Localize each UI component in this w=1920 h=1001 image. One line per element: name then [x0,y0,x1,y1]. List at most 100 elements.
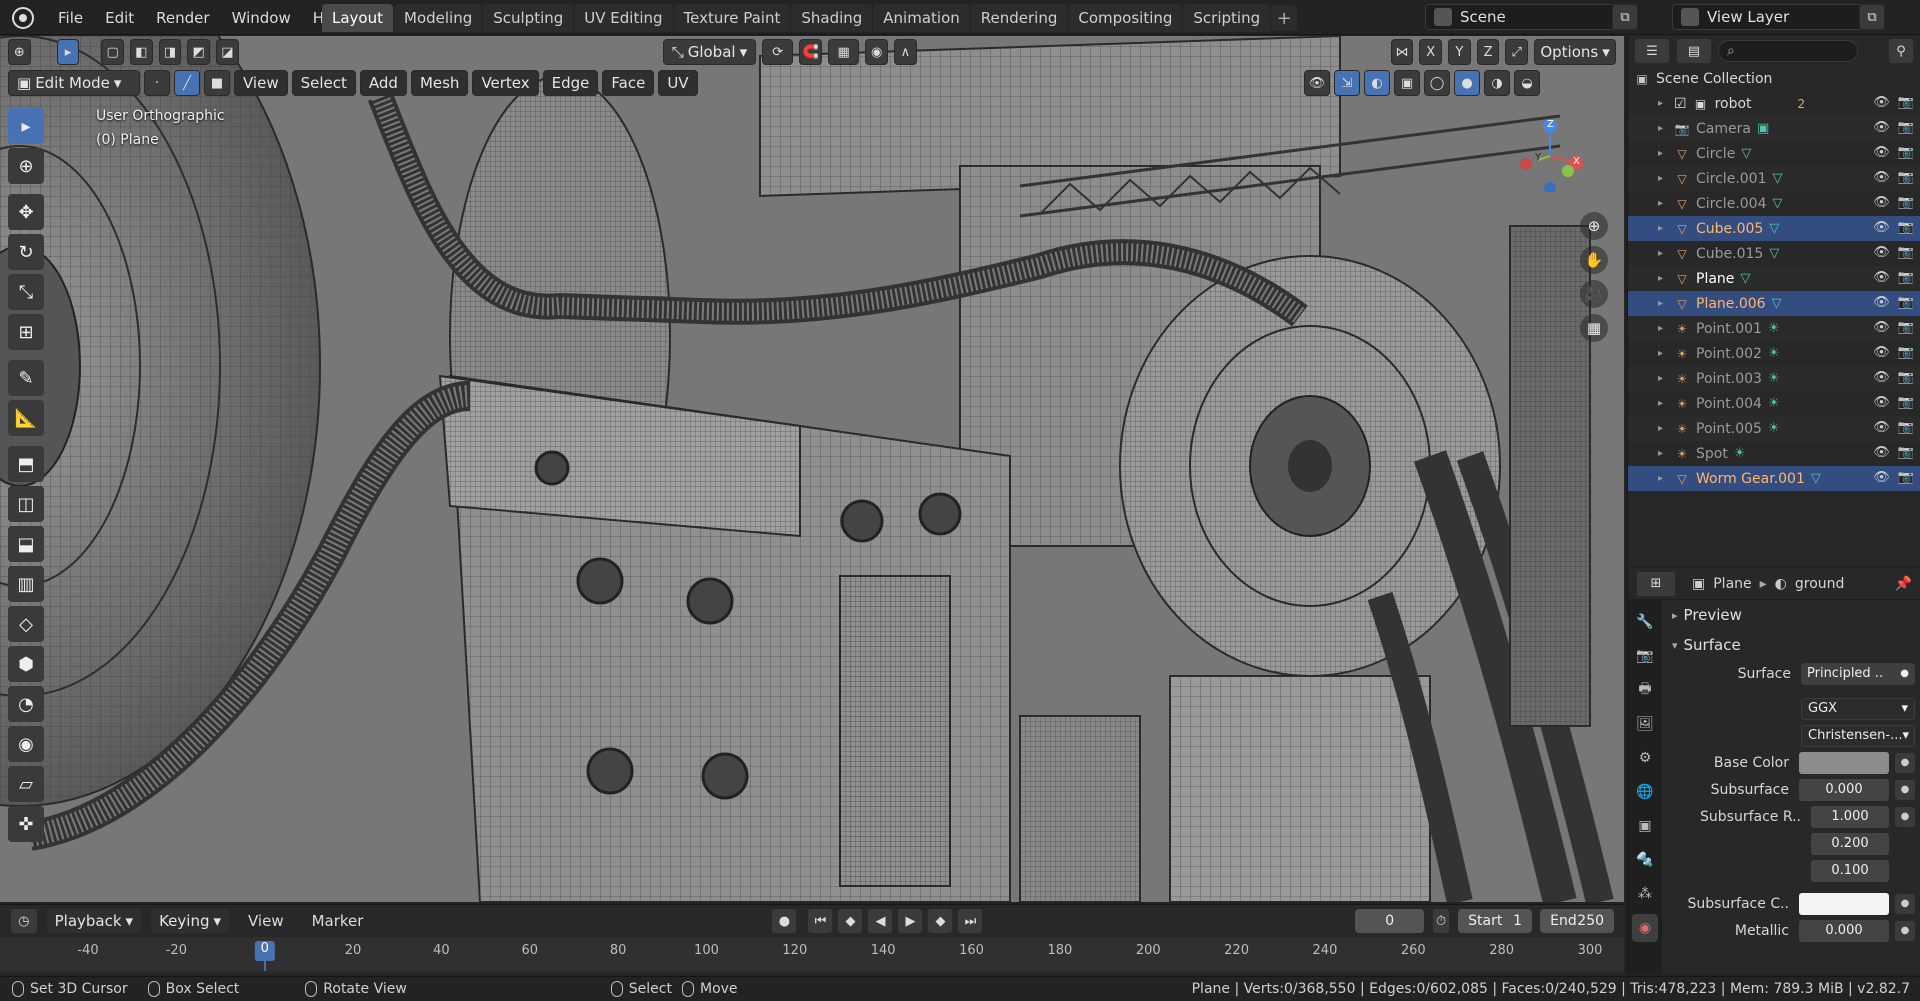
particles-tab-icon[interactable]: ⁂ [1632,880,1658,908]
mirror-options-icon[interactable]: ⋈ [1390,39,1414,65]
timeline-menu-marker[interactable]: Marker [302,908,374,934]
view-layer-tab-icon[interactable]: 🖼 [1632,710,1658,738]
timeline-editor-type-icon[interactable]: ◷ [10,908,38,934]
surface-panel-header[interactable]: ▾ Surface [1664,630,1920,660]
render-camera-icon[interactable]: 📷 [1898,145,1914,160]
expand-arrow-icon[interactable]: ▸ [1658,448,1668,459]
cursor-tool-icon[interactable]: ⊕ [8,148,44,184]
visibility-eye-icon[interactable]: 👁 [1873,195,1890,210]
proportional-falloff-icon[interactable]: ∧ [894,39,917,65]
navigation-gizmo[interactable]: X Y Z [1510,112,1590,194]
render-camera-icon[interactable]: 📷 [1898,195,1914,210]
camera-view-icon[interactable]: 🎥 [1580,280,1608,308]
outliner-item-point-005[interactable]: ▸ ☀ Point.005 ☀ 👁 📷 [1628,416,1920,441]
jump-end-icon[interactable]: ⏭ [957,908,984,934]
outliner-item-cube-015[interactable]: ▸ ▽ Cube.015 ▽ 👁 📷 [1628,241,1920,266]
outliner-item-circle-004[interactable]: ▸ ▽ Circle.004 ▽ 👁 📷 [1628,191,1920,216]
tab-layout[interactable]: Layout [322,4,393,32]
snap-toggle-icon[interactable]: 🧲 [799,39,823,65]
outliner-item-worm-gear-001[interactable]: ▸ ▽ Worm Gear.001 ▽ 👁 📷 [1628,466,1920,491]
distribution-dropdown[interactable]: GGX ▾ [1801,697,1915,720]
viewport-menu-add[interactable]: Add [359,70,407,96]
axis-y-toggle[interactable]: Y [1448,39,1471,65]
select-mode-subtract-icon[interactable]: ◨ [158,39,182,65]
render-camera-icon[interactable]: 📷 [1898,445,1914,460]
filter-icon[interactable]: ⚲ [1888,38,1914,64]
expand-arrow-icon[interactable]: ▸ [1658,348,1668,359]
new-scene-icon[interactable]: ⧉ [1612,4,1638,30]
light-data-icon[interactable]: ☀ [1768,371,1780,386]
base-color-link-icon[interactable]: ● [1895,752,1915,773]
outliner-item-camera[interactable]: ▸ 📷 Camera ▣ 👁 📷 [1628,116,1920,141]
subsurface-radius-link-icon[interactable]: ● [1895,806,1915,827]
expand-arrow-icon[interactable]: ▸ [1658,223,1668,234]
surface-shader-field[interactable]: Principled .. ● [1801,662,1915,685]
zoom-icon[interactable]: ⊕ [1580,212,1608,240]
mesh-data-icon[interactable]: ▽ [1740,271,1750,286]
add-workspace-button[interactable]: + [1271,5,1298,31]
base-color-swatch[interactable] [1799,751,1889,774]
rendered-shading-icon[interactable]: ◒ [1514,70,1540,96]
visibility-eye-icon[interactable]: 👁 [1873,270,1890,285]
mesh-data-icon[interactable]: ▽ [1811,471,1821,486]
render-camera-icon[interactable]: 📷 [1898,95,1914,110]
outliner-item-plane-006[interactable]: ▸ ▽ Plane.006 ▽ 👁 📷 [1628,291,1920,316]
rotate-tool-icon[interactable]: ↻ [8,234,44,270]
record-icon[interactable]: ● [771,908,798,934]
subsurface-value-field[interactable]: 0.000 [1799,778,1889,801]
view-layer-selector[interactable]: View Layer [1672,4,1872,30]
light-data-icon[interactable]: ☀ [1734,446,1746,461]
start-frame-field[interactable]: Start 1 [1458,909,1533,933]
visibility-eye-icon[interactable]: 👁 [1873,370,1890,385]
light-data-icon[interactable]: ☀ [1768,321,1780,336]
visibility-eye-icon[interactable]: 👁 [1873,145,1890,160]
pivot-point-icon[interactable]: ⟳ [762,39,794,65]
select-mode-extend-icon[interactable]: ◧ [130,39,153,65]
world-tab-icon[interactable]: 🌐 [1632,778,1658,806]
timeline-menu-view[interactable]: View [238,908,294,934]
expand-arrow-icon[interactable]: ▸ [1658,423,1668,434]
subsurface-radius-x-field[interactable]: 1.000 [1811,805,1889,828]
new-view-layer-icon[interactable]: ⧉ [1859,4,1885,30]
mode-dropdown[interactable]: ▣ Edit Mode ▾ [8,70,140,96]
tab-modeling[interactable]: Modeling [394,4,483,32]
loop-cut-tool-icon[interactable]: ▥ [8,566,44,602]
select-box-tool-icon[interactable]: ▸ [8,108,44,144]
visibility-eye-icon[interactable]: 👁 [1873,320,1890,335]
visibility-eye-icon[interactable]: 👁 [1873,470,1890,485]
render-camera-icon[interactable]: 📷 [1898,220,1914,235]
prev-keyframe-icon[interactable]: ◆ [837,908,864,934]
expand-arrow-icon[interactable]: ▸ [1658,273,1668,284]
vertex-select-icon[interactable]: · [144,70,170,96]
smooth-tool-icon[interactable]: ◉ [8,726,44,762]
mesh-data-icon[interactable]: ▽ [1769,221,1779,236]
expand-arrow-icon[interactable]: ▸ [1658,198,1668,209]
properties-editor-type-icon[interactable]: ⊞ [1636,570,1676,597]
outliner-item-spot[interactable]: ▸ ☀ Spot ☀ 👁 📷 [1628,441,1920,466]
visibility-eye-icon[interactable]: 👁 [1873,445,1890,460]
ortho-grid-icon[interactable]: ▦ [1580,314,1608,342]
scene-tab-icon[interactable]: ⚙ [1632,744,1658,772]
viewport-menu-view[interactable]: View [234,70,288,96]
visibility-eye-icon[interactable]: 👁 [1873,420,1890,435]
expand-arrow-icon[interactable]: ▸ [1658,123,1668,134]
visibility-icon[interactable]: 👁 [1304,70,1330,96]
metallic-value-field[interactable]: 0.000 [1799,919,1889,942]
frame-ruler[interactable]: -40 -20 0 20 40 60 80 100 120 140 160 180 200 220 240 2… [0,937,1624,971]
output-tab-icon[interactable]: 🖶 [1632,676,1658,704]
expand-arrow-icon[interactable]: ▸ [1658,473,1668,484]
render-camera-icon[interactable]: 📷 [1898,320,1914,335]
render-camera-icon[interactable]: 📷 [1898,270,1914,285]
solid-shading-icon[interactable]: ● [1454,70,1480,96]
current-frame-marker[interactable]: 0 [254,941,275,961]
visibility-eye-icon[interactable]: 👁 [1873,245,1890,260]
transform-tool-icon[interactable]: ⊞ [8,314,44,350]
spin-tool-icon[interactable]: ◔ [8,686,44,722]
outliner-editor-type-icon[interactable]: ☰ [1634,38,1670,64]
shear-tool-icon[interactable]: ▱ [8,766,44,802]
outliner-item-plane[interactable]: ▸ ▽ Plane ▽ 👁 📷 [1628,266,1920,291]
current-frame-field[interactable]: 0 [1355,909,1424,933]
outliner-item-circle-001[interactable]: ▸ ▽ Circle.001 ▽ 👁 📷 [1628,166,1920,191]
render-camera-icon[interactable]: 📷 [1898,420,1914,435]
scale-tool-icon[interactable]: ⤡ [8,274,44,310]
